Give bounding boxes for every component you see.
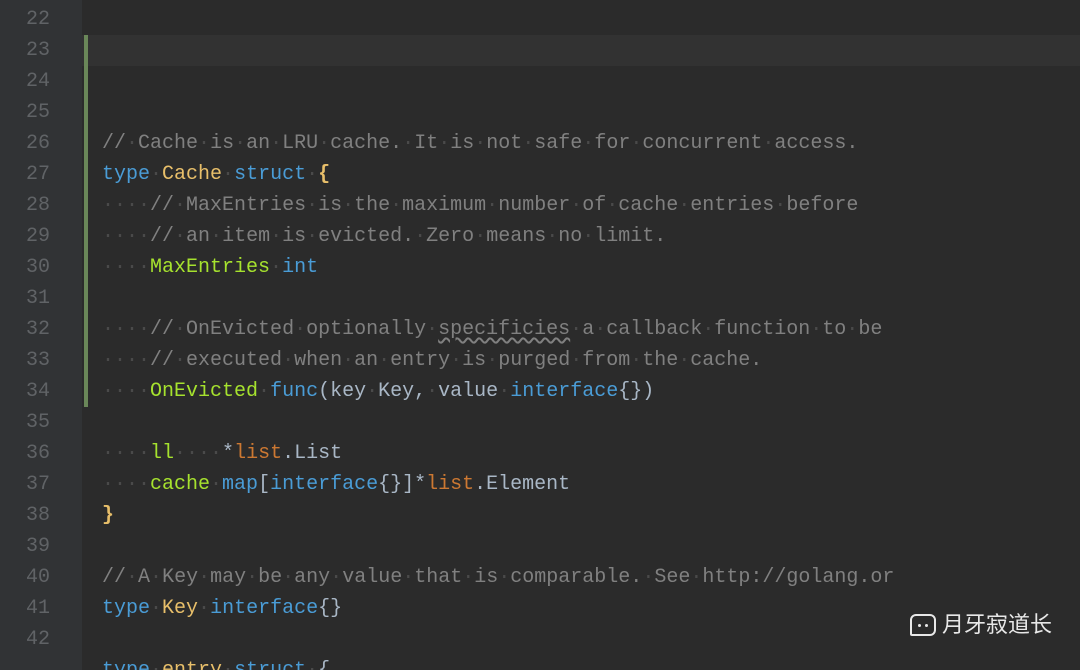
line-number: 32 (0, 314, 50, 345)
code-line[interactable] (102, 283, 1080, 314)
code-line[interactable]: ····MaxEntries·int (102, 252, 1080, 283)
line-number: 29 (0, 221, 50, 252)
line-number: 40 (0, 562, 50, 593)
current-line-highlight (82, 35, 1080, 66)
watermark-text: 月牙寂道长 (942, 609, 1052, 640)
line-number: 36 (0, 438, 50, 469)
code-line[interactable]: type·entry·struct·{ (102, 655, 1080, 670)
line-number-gutter: 2223242526272829303132333435363738394041… (0, 0, 68, 670)
code-line[interactable]: ····//·MaxEntries·is·the·maximum·number·… (102, 190, 1080, 221)
line-number: 30 (0, 252, 50, 283)
line-number: 33 (0, 345, 50, 376)
watermark: 月牙寂道长 (910, 609, 1052, 640)
code-line[interactable]: type·Cache·struct·{ (102, 159, 1080, 190)
vcs-change-marker (84, 35, 88, 407)
code-line[interactable]: ····//·an·item·is·evicted.·Zero·means·no… (102, 221, 1080, 252)
line-number: 37 (0, 469, 50, 500)
code-line[interactable]: //·Cache·is·an·LRU·cache.·It·is·not·safe… (102, 128, 1080, 159)
fold-strip (68, 0, 82, 670)
code-line[interactable]: ····ll····*list.List (102, 438, 1080, 469)
line-number: 39 (0, 531, 50, 562)
code-area[interactable]: //·Cache·is·an·LRU·cache.·It·is·not·safe… (82, 0, 1080, 670)
line-number: 34 (0, 376, 50, 407)
line-number: 25 (0, 97, 50, 128)
code-line[interactable]: ····cache·map[interface{}]*list.Element (102, 469, 1080, 500)
line-number: 38 (0, 500, 50, 531)
code-line[interactable]: ····OnEvicted·func(key·Key,·value·interf… (102, 376, 1080, 407)
code-line[interactable] (102, 531, 1080, 562)
line-number: 22 (0, 4, 50, 35)
code-editor[interactable]: 2223242526272829303132333435363738394041… (0, 0, 1080, 670)
line-number: 24 (0, 66, 50, 97)
code-line[interactable]: ····//·executed·when·an·entry·is·purged·… (102, 345, 1080, 376)
line-number: 41 (0, 593, 50, 624)
code-line[interactable]: ····//·OnEvicted·optionally·specificies·… (102, 314, 1080, 345)
line-number: 28 (0, 190, 50, 221)
line-number: 31 (0, 283, 50, 314)
code-line[interactable] (102, 407, 1080, 438)
line-number: 23 (0, 35, 50, 66)
line-number: 35 (0, 407, 50, 438)
line-number: 42 (0, 624, 50, 655)
code-line[interactable]: //·A·Key·may·be·any·value·that·is·compar… (102, 562, 1080, 593)
line-number: 26 (0, 128, 50, 159)
chat-bubble-icon (910, 614, 936, 636)
line-number: 27 (0, 159, 50, 190)
code-line[interactable]: } (102, 500, 1080, 531)
